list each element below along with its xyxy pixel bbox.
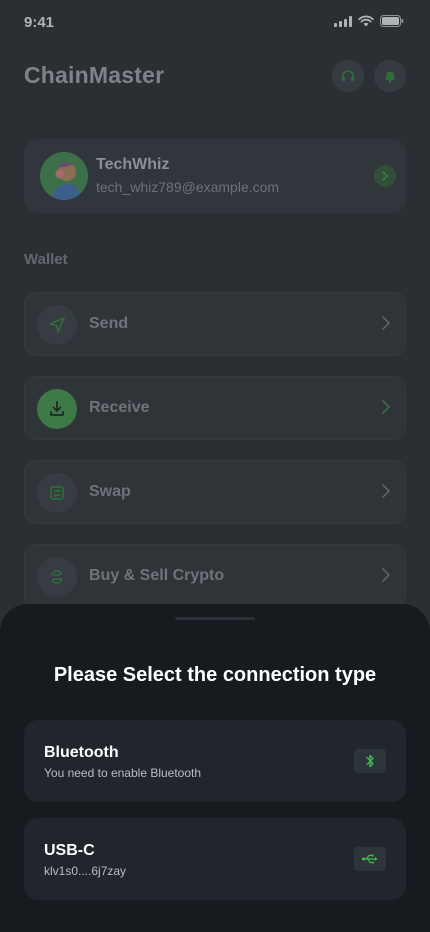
chevron-right-icon (382, 568, 390, 582)
swap-icon (37, 473, 77, 513)
app-header: ChainMaster (24, 58, 406, 94)
bell-icon (385, 71, 395, 83)
sheet-title: Please Select the connection type (53, 664, 377, 686)
usb-c-option[interactable]: USB-C klv1s0....6j7zay (24, 818, 406, 900)
status-icons (334, 15, 404, 27)
send-icon (37, 305, 77, 345)
status-bar: 9:41 (0, 0, 430, 44)
avatar (40, 152, 88, 200)
wallet-item-label: Receive (89, 399, 150, 416)
wallet-item-label: Buy & Sell Crypto (89, 567, 225, 584)
exchange-icon (37, 557, 77, 597)
bluetooth-icon (354, 749, 386, 773)
wifi-icon (358, 15, 374, 27)
battery-icon (380, 15, 404, 27)
wallet-item-buy-sell[interactable]: Buy & Sell Crypto (24, 544, 406, 608)
chevron-right-icon (382, 400, 390, 414)
bluetooth-option[interactable]: Bluetooth You need to enable Bluetooth (24, 720, 406, 802)
chevron-right-icon (382, 316, 390, 330)
wallet-item-receive[interactable]: Receive (24, 376, 406, 440)
chevron-right-icon (382, 484, 390, 498)
option-title: USB-C (44, 842, 95, 859)
headset-icon (342, 70, 354, 81)
wallet-item-swap[interactable]: Swap (24, 460, 406, 524)
option-title: Bluetooth (44, 744, 119, 761)
support-button[interactable] (332, 60, 364, 92)
download-icon (37, 389, 77, 429)
chevron-right-icon (374, 165, 396, 187)
profile-card[interactable]: TechWhiz tech_whiz789@example.com (24, 139, 406, 213)
profile-name: TechWhiz (96, 156, 170, 173)
notifications-button[interactable] (374, 60, 406, 92)
sheet-drag-handle[interactable] (175, 617, 255, 620)
wallet-item-label: Swap (89, 483, 131, 500)
app-title: ChainMaster (24, 62, 165, 88)
signal-icon (334, 15, 352, 27)
wallet-section-label: Wallet (24, 251, 68, 268)
usb-icon (354, 847, 386, 871)
connection-type-sheet: Please Select the connection type Blueto… (0, 604, 430, 932)
option-subtitle: You need to enable Bluetooth (44, 766, 202, 780)
wallet-item-label: Send (89, 315, 129, 332)
status-time: 9:41 (24, 14, 55, 31)
option-subtitle: klv1s0....6j7zay (44, 864, 127, 878)
profile-email: tech_whiz789@example.com (96, 179, 280, 195)
wallet-item-send[interactable]: Send (24, 292, 406, 356)
